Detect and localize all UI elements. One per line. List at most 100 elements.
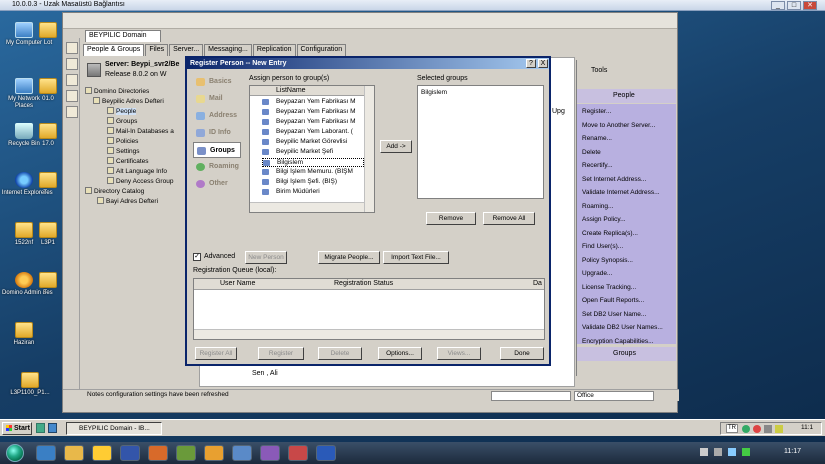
column-header-upg[interactable]: Upg (552, 108, 565, 115)
tool-upgrade[interactable]: Upgrade... (582, 270, 612, 277)
queue-horizontal-scrollbar[interactable] (194, 329, 544, 339)
desktop-icon-l3p1[interactable]: L3P1 (32, 222, 64, 247)
tray-battery-icon[interactable] (742, 448, 750, 456)
tree-node-certificates[interactable]: Certificates (107, 157, 149, 166)
delete-button[interactable]: Delete (318, 347, 362, 360)
windows-start-orb[interactable] (6, 444, 24, 462)
nav-basics[interactable]: Basics (193, 74, 241, 90)
taskbar-button-beypilic-domain[interactable]: BEYPILIC Domain - IB... (66, 422, 162, 435)
tree-node-bayi-adres-defteri[interactable]: Bayi Adres Defteri (97, 197, 158, 206)
rdp-maximize-button[interactable]: □ (787, 1, 801, 10)
tab-files[interactable]: Files (145, 44, 169, 56)
tray-flag-icon[interactable] (700, 448, 708, 456)
nav-roaming[interactable]: Roaming (193, 159, 241, 175)
tool-create-replica[interactable]: Create Replica(s)... (582, 230, 638, 237)
person-row-text[interactable]: Sen , Ali (252, 370, 278, 377)
desktop-icon-tes[interactable]: Tes (32, 172, 64, 197)
tab-messaging[interactable]: Messaging... (204, 44, 252, 56)
desktop-icon-lotus[interactable]: Lot (32, 22, 64, 47)
tree-node-settings[interactable]: Settings (107, 147, 140, 156)
options-button[interactable]: Options... (378, 347, 422, 360)
taskbar-explorer-icon[interactable] (64, 445, 84, 461)
remove-all-groups-button[interactable]: Remove All (483, 212, 535, 225)
desktop-icon-01[interactable]: 01.0 (32, 78, 64, 103)
bookmark-contacts-icon[interactable] (66, 90, 78, 102)
desktop-icon-haziran[interactable]: Haziran (0, 322, 48, 347)
desktop-icon-17[interactable]: 17.0 (32, 123, 64, 148)
tool-open-fault-reports[interactable]: Open Fault Reports... (582, 297, 644, 304)
tool-validate-internet-address[interactable]: Validate Internet Address... (582, 189, 660, 196)
tree-node-groups[interactable]: Groups (107, 117, 137, 126)
taskbar-app-icon[interactable] (176, 445, 196, 461)
list-header-listname[interactable]: ListName (250, 86, 364, 96)
tree-node-deny-access-group[interactable]: Deny Access Group (107, 177, 173, 186)
tool-roaming[interactable]: Roaming... (582, 203, 613, 210)
groups-tools-header[interactable]: Groups (577, 347, 676, 361)
bookmark-todo-icon[interactable] (66, 106, 78, 118)
location-selector[interactable]: Office (574, 391, 654, 401)
tab-server[interactable]: Server... (169, 44, 204, 56)
window-tab-beypilic-domain[interactable]: BEYPILIC Domain (85, 30, 161, 42)
tree-node-directory-catalog[interactable]: Directory Catalog (85, 187, 144, 196)
tray-network-icon[interactable] (714, 448, 722, 456)
group-row[interactable]: Beypazarı Yem Fabrikası M (262, 98, 364, 105)
quicklaunch-desktop-icon[interactable] (36, 423, 45, 433)
taskbar-app2-icon[interactable] (260, 445, 280, 461)
nav-other[interactable]: Other (193, 176, 241, 192)
nav-address[interactable]: Address (193, 108, 241, 124)
group-list-horizontal-scrollbar[interactable] (250, 202, 364, 212)
group-row[interactable]: Beypazarı Yem Fabrikası M (262, 108, 364, 115)
tool-set-internet-address[interactable]: Set Internet Address... (582, 176, 646, 183)
tool-move-server[interactable]: Move to Another Server... (582, 122, 655, 129)
tree-node-alt-language-info[interactable]: Alt Language Info (107, 167, 167, 176)
taskbar-word-icon[interactable] (316, 445, 336, 461)
tool-recertify[interactable]: Recertify... (582, 162, 613, 169)
done-button[interactable]: Done (500, 347, 544, 360)
taskbar-rdp-icon[interactable] (232, 445, 252, 461)
taskbar-chrome-icon[interactable] (92, 445, 112, 461)
remove-group-button[interactable]: Remove (426, 212, 476, 225)
tray-speaker-icon[interactable] (764, 425, 772, 433)
column-registration-status[interactable]: Registration Status (334, 280, 393, 287)
taskbar-notes-icon[interactable] (204, 445, 224, 461)
bookmark-home-icon[interactable] (66, 42, 78, 54)
column-user-name[interactable]: User Name (220, 280, 255, 287)
tree-node-domino-directories[interactable]: Domino Directories (85, 87, 149, 96)
tool-find-users[interactable]: Find User(s)... (582, 243, 623, 250)
tree-node-policies[interactable]: Policies (107, 137, 138, 146)
group-row[interactable]: Beypilic Market Şefi (262, 148, 364, 155)
tray-update-icon[interactable] (775, 425, 783, 433)
tree-node-mail-in-databases[interactable]: Mail-In Databases a (107, 127, 174, 136)
group-row[interactable]: Bilgi İşlem Şefi. (BİŞ) (262, 178, 364, 185)
group-row[interactable]: Beypazarı Yem Fabrikası M (262, 118, 364, 125)
tool-license-tracking[interactable]: License Tracking... (582, 284, 636, 291)
group-row[interactable]: Bilgi İşlem Memuru. (BİŞM (262, 168, 364, 175)
group-row[interactable]: Beypilic Market Görevlisi (262, 138, 364, 145)
group-row[interactable]: Beypazarı Yem Laborant. ( (262, 128, 364, 135)
desktop-icon-l3p1100[interactable]: L3P1100_P1... (0, 372, 60, 397)
tab-replication[interactable]: Replication (252, 44, 296, 56)
selected-group-item[interactable]: Bilgislem (421, 89, 447, 96)
column-date[interactable]: Da (533, 280, 542, 287)
taskbar-firefox-icon[interactable] (148, 445, 168, 461)
tool-assign-policy[interactable]: Assign Policy... (582, 216, 626, 223)
nav-mail[interactable]: Mail (193, 91, 241, 107)
available-groups-list[interactable]: ListName Beypazarı Yem Fabrikası M Beypa… (249, 85, 375, 213)
tool-delete[interactable]: Delete (582, 149, 601, 156)
bookmark-mail-icon[interactable] (66, 58, 78, 70)
register-button[interactable]: Register (258, 347, 304, 360)
tab-people-groups[interactable]: People & Groups (83, 44, 145, 56)
tool-set-db2-user-name[interactable]: Set DB2 User Name... (582, 311, 646, 318)
group-list-vertical-scrollbar[interactable] (364, 86, 374, 212)
tray-security-icon[interactable] (753, 425, 761, 433)
new-person-button[interactable]: New Person (245, 251, 287, 264)
start-button[interactable]: Start (2, 422, 32, 435)
dialog-close-button[interactable]: X (538, 59, 548, 68)
tab-configuration[interactable]: Configuration (296, 44, 347, 56)
remote-clock[interactable]: 11:1 (801, 424, 813, 431)
tool-validate-db2-user-names[interactable]: Validate DB2 User Names... (582, 324, 663, 331)
tray-volume-icon[interactable] (728, 448, 736, 456)
import-text-file-button[interactable]: Import Text File... (383, 251, 449, 264)
nav-groups[interactable]: Groups (193, 142, 241, 158)
people-tools-header[interactable]: People (577, 89, 676, 103)
